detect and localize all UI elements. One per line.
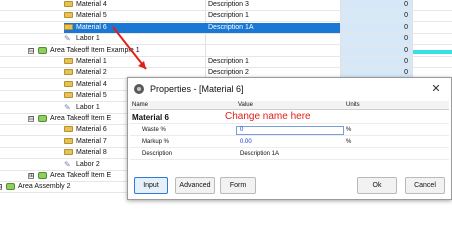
waste-units: % [346,127,352,133]
markup-value[interactable]: 0.00 [240,137,252,148]
cancel-button[interactable]: Cancel [405,177,445,194]
pointer-arrow-line [112,26,147,70]
advanced-button[interactable]: Advanced [175,177,215,194]
property-row-description[interactable]: Description Description 1A [130,149,449,160]
properties-grid-header: Name Value Units [130,101,449,110]
ok-button[interactable]: Ok [357,177,397,194]
property-label: Markup % [142,139,170,145]
input-button[interactable]: Input [134,177,168,194]
material-name-field[interactable]: Material 6 [132,112,169,124]
column-header-units: Units [346,102,360,108]
markup-units: % [346,139,352,145]
dialog-title: Properties - [Material 6] [150,84,244,94]
property-label: Description [142,151,173,157]
column-header-value: Value [238,102,253,108]
property-label: Waste % [142,127,166,133]
property-row-markup[interactable]: Markup % 0.00 % [130,137,449,148]
property-row-waste[interactable]: Waste % 0 % [130,125,449,136]
change-name-annotation: Change name here [225,111,311,122]
column-header-name: Name [132,102,149,108]
description-value[interactable]: Description 1A [240,149,279,160]
properties-dialog: Properties - [Material 6] ✕ Name Value U… [127,77,452,200]
pointer-arrow-head [138,61,146,69]
waste-value[interactable]: 0 [240,125,243,136]
close-icon[interactable]: ✕ [429,81,443,97]
form-button[interactable]: Form [220,177,256,194]
waste-value-input[interactable] [236,126,344,135]
